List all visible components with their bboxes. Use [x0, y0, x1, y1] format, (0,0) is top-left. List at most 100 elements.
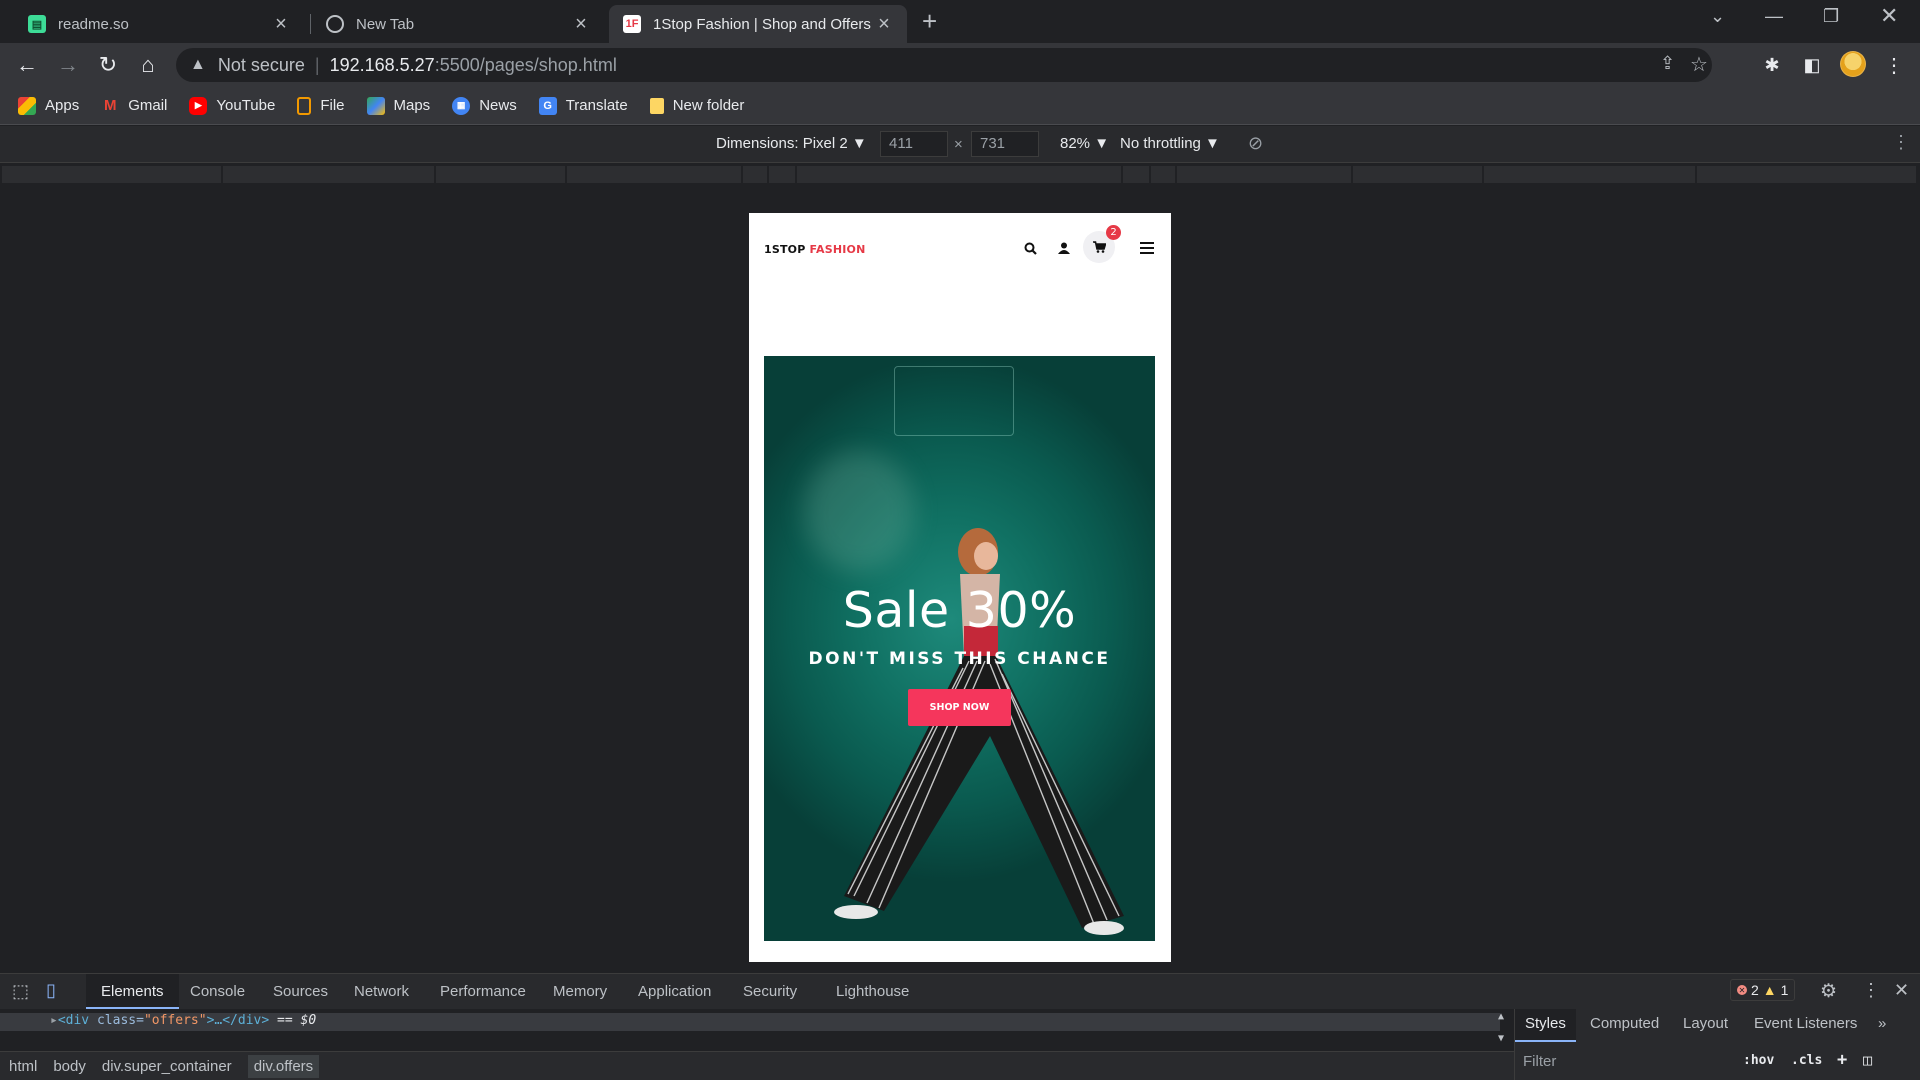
devtools-close-icon[interactable]: ✕	[1894, 980, 1909, 1001]
security-label[interactable]: Not secure	[218, 55, 305, 76]
bookmark-file[interactable]: File	[297, 96, 345, 115]
search-icon[interactable]	[1021, 239, 1039, 257]
scroll-down-icon[interactable]: ▼	[1498, 1033, 1504, 1044]
tab-console[interactable]: Console	[190, 983, 245, 1000]
chrome-menu-icon[interactable]: ⋮	[1880, 51, 1908, 79]
tab-memory[interactable]: Memory	[553, 983, 607, 1000]
media-query-segment[interactable]	[769, 166, 797, 183]
cart-icon	[1092, 241, 1106, 253]
forward-arrow-icon[interactable]: →	[54, 51, 82, 79]
media-query-segment[interactable]	[743, 166, 769, 183]
tab-elements[interactable]: Elements	[86, 974, 179, 1009]
media-query-segment[interactable]	[797, 166, 1123, 183]
tab-computed[interactable]: Computed	[1590, 1015, 1659, 1032]
zoom-select[interactable]: 82% ▼	[1060, 135, 1109, 152]
bookmark-apps[interactable]: Apps	[18, 96, 80, 115]
tab-lighthouse[interactable]: Lighthouse	[836, 983, 909, 1000]
home-icon[interactable]: ⌂	[134, 51, 162, 79]
device-toolbar: Dimensions: Pixel 2 ▼ 411 × 731 82% ▼ No…	[0, 126, 1920, 163]
bookmark-maps[interactable]: Maps	[366, 96, 430, 115]
side-panel-icon[interactable]: ◧	[1798, 51, 1826, 79]
bookmark-label: Apps	[45, 97, 80, 114]
breadcrumb-item[interactable]: div.super_container	[102, 1058, 232, 1075]
media-query-segment[interactable]	[1123, 166, 1151, 183]
bookmark-star-icon[interactable]: ☆	[1690, 52, 1708, 77]
address-bar[interactable]: ▲ Not secure | 192.168.5.27:5500/pages/s…	[176, 48, 1712, 82]
tab-new-tab[interactable]: New Tab ×	[312, 5, 604, 43]
dom-node-selected[interactable]: ▸<div class="offers">…</div> == $0	[0, 1013, 1500, 1031]
offers-hero-banner: Sale 30% DON'T MISS THIS CHANCE SHOP NOW	[764, 356, 1155, 941]
tab-styles[interactable]: Styles	[1515, 1009, 1576, 1042]
new-tab-plus-icon[interactable]: +	[922, 8, 937, 34]
bookmark-youtube[interactable]: ▶ YouTube	[189, 96, 275, 115]
issues-counter[interactable]: ✕ 2 ▲ 1	[1730, 979, 1796, 1001]
back-arrow-icon[interactable]: ←	[13, 51, 41, 79]
translate-icon: G	[538, 96, 557, 115]
user-icon[interactable]	[1055, 239, 1073, 257]
tab-network[interactable]: Network	[354, 983, 409, 1000]
site-logo[interactable]: 1STOP FASHION	[764, 243, 865, 256]
devtools-menu-icon[interactable]: ⋮	[1862, 980, 1880, 1001]
reload-icon[interactable]: ↻	[94, 51, 122, 79]
throttling-select[interactable]: No throttling ▼	[1120, 135, 1220, 152]
add-rule-icon[interactable]: +	[1837, 1050, 1847, 1070]
class-toggle[interactable]: .cls	[1791, 1053, 1822, 1068]
extensions-puzzle-icon[interactable]: ✱	[1758, 51, 1786, 79]
media-query-segment[interactable]	[436, 166, 567, 183]
hamburger-menu-icon[interactable]	[1138, 239, 1156, 257]
media-query-segment[interactable]	[1353, 166, 1484, 183]
media-query-segment[interactable]	[1151, 166, 1177, 183]
tab-performance[interactable]: Performance	[440, 983, 526, 1000]
tab-readme[interactable]: ▤ readme.so ×	[14, 5, 304, 43]
hover-state-toggle[interactable]: :hov	[1743, 1053, 1774, 1068]
device-dimensions-select[interactable]: Dimensions: Pixel 2 ▼	[716, 135, 867, 152]
tab-event-listeners[interactable]: Event Listeners	[1754, 1015, 1857, 1032]
rotate-icon[interactable]: ⊘	[1248, 133, 1263, 154]
tab-application[interactable]: Application	[638, 983, 711, 1000]
media-query-segment[interactable]	[1177, 166, 1353, 183]
bookmark-new-folder[interactable]: New folder	[649, 97, 744, 114]
more-tabs-chevron-icon[interactable]: »	[1878, 1015, 1886, 1032]
tab-security[interactable]: Security	[743, 983, 797, 1000]
address-divider: |	[314, 54, 320, 75]
settings-gear-icon[interactable]: ⚙	[1820, 980, 1837, 1003]
tab-1stop-fashion[interactable]: 1F 1Stop Fashion | Shop and Offers ×	[609, 5, 907, 43]
url-path: :5500/pages/shop.html	[434, 54, 617, 75]
bookmark-news[interactable]: ▦ News	[452, 96, 517, 115]
dom-selection-marker: == $0	[269, 1013, 317, 1028]
close-icon[interactable]: ×	[572, 13, 590, 36]
media-query-segment[interactable]	[567, 166, 743, 183]
device-toolbar-menu-icon[interactable]: ⋮	[1892, 132, 1910, 153]
shop-now-button[interactable]: SHOP NOW	[908, 689, 1011, 726]
restore-icon[interactable]: ❐	[1823, 6, 1839, 27]
device-height-input[interactable]: 731	[971, 131, 1039, 157]
expand-triangle-icon[interactable]: ▸	[50, 1013, 58, 1028]
tab-search-chevron-icon[interactable]: ⌄	[1710, 6, 1725, 27]
device-toggle-icon[interactable]: ▯	[46, 980, 56, 1001]
warning-triangle-icon[interactable]: ▲	[190, 56, 206, 74]
share-icon[interactable]: ⇪	[1660, 53, 1675, 74]
media-query-segment[interactable]	[1484, 166, 1697, 183]
media-query-segment[interactable]	[2, 166, 223, 183]
device-viewport: 1STOP FASHION 2 Sale 30% DON'T MISS THIS…	[0, 186, 1920, 973]
device-width-input[interactable]: 411	[880, 131, 948, 157]
styles-filter-input[interactable]: Filter	[1523, 1049, 1913, 1075]
bookmark-label: Translate	[565, 97, 628, 114]
tab-layout[interactable]: Layout	[1683, 1015, 1728, 1032]
breadcrumb-item[interactable]: body	[53, 1058, 86, 1075]
bookmark-gmail[interactable]: M Gmail	[101, 97, 167, 115]
media-query-segment[interactable]	[223, 166, 436, 183]
tab-sources[interactable]: Sources	[273, 983, 328, 1000]
scroll-up-icon[interactable]: ▲	[1498, 1011, 1504, 1022]
close-icon[interactable]: ×	[875, 13, 893, 36]
media-query-segment[interactable]	[1697, 166, 1918, 183]
breadcrumb-item[interactable]: html	[9, 1058, 37, 1075]
inspect-element-icon[interactable]: ⬚	[12, 981, 29, 1002]
profile-avatar[interactable]	[1840, 51, 1866, 77]
bookmark-translate[interactable]: G Translate	[538, 96, 628, 115]
minimize-icon[interactable]: —	[1765, 6, 1783, 27]
breadcrumb-item-current[interactable]: div.offers	[247, 1054, 320, 1078]
close-icon[interactable]: ×	[272, 13, 290, 36]
toggle-sidebar-icon[interactable]: ◫	[1863, 1051, 1872, 1069]
window-close-icon[interactable]: ✕	[1880, 3, 1898, 29]
